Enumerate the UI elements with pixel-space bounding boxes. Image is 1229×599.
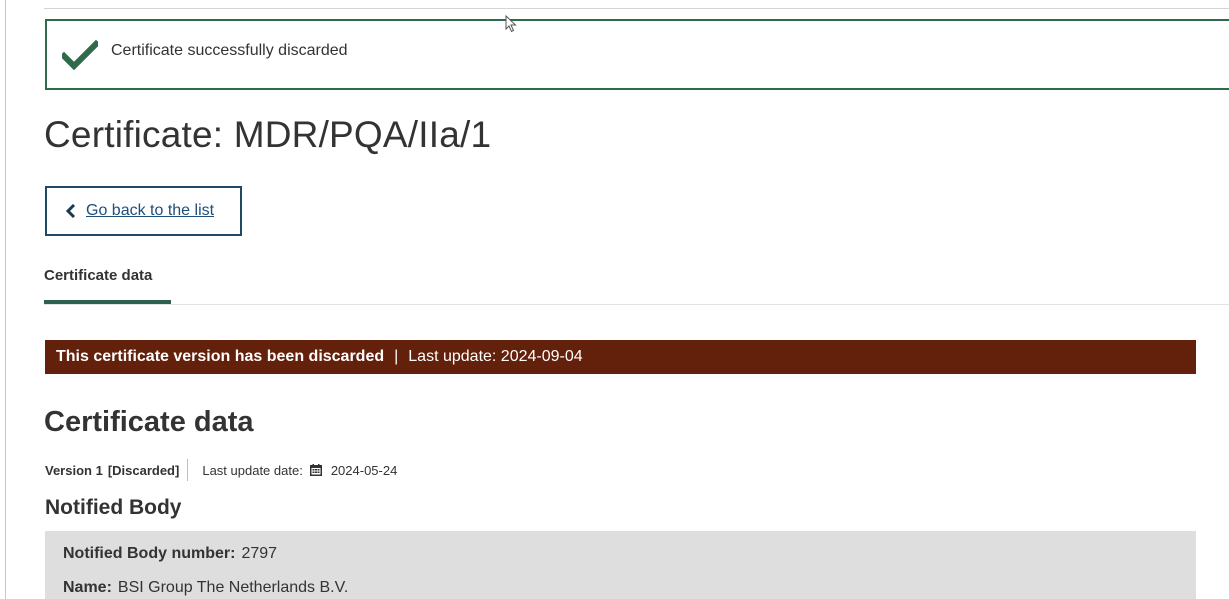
left-divider: [5, 0, 6, 599]
checkmark-icon: [62, 39, 98, 70]
mouse-cursor-icon: [505, 14, 517, 33]
tab-certificate-data[interactable]: Certificate data: [44, 258, 171, 304]
banner-last-update: Last update: 2024-09-04: [408, 348, 583, 365]
notified-body-heading: Notified Body: [45, 496, 182, 519]
version-label: Version 1: [45, 462, 103, 478]
notified-body-name-row: Name: BSI Group The Netherlands B.V.: [63, 579, 348, 597]
go-back-button[interactable]: Go back to the list: [45, 186, 242, 236]
notified-body-name-label: Name:: [63, 579, 112, 596]
go-back-link[interactable]: Go back to the list: [86, 202, 214, 220]
alert-message: Certificate successfully discarded: [111, 41, 348, 59]
notified-body-panel: Notified Body number: 2797 Name: BSI Group…: [45, 531, 1196, 599]
tab-bar: Certificate data: [44, 258, 1229, 305]
top-divider: [44, 8, 1229, 9]
discarded-status-text: This certificate version has been discar…: [56, 348, 385, 365]
chevron-left-icon: [65, 203, 77, 219]
version-divider: [187, 459, 189, 481]
banner-separator: |: [394, 348, 399, 365]
success-alert: Certificate successfully discarded: [45, 19, 1229, 90]
last-update-date-value: 2024-05-24: [330, 462, 398, 478]
version-status: [Discarded]: [107, 462, 180, 478]
certificate-data-heading: Certificate data: [44, 406, 254, 438]
last-update-date-label: Last update date:: [202, 462, 303, 478]
notified-body-number-label: Notified Body number:: [63, 545, 236, 562]
notified-body-number-row: Notified Body number: 2797: [63, 545, 277, 563]
notified-body-number-value: 2797: [241, 545, 278, 562]
page: Certificate successfully discarded Certi…: [0, 0, 1229, 599]
notified-body-name-value: BSI Group The Netherlands B.V.: [117, 579, 349, 596]
version-info: Version 1 [Discarded] Last update date: …: [45, 459, 397, 481]
page-title: Certificate: MDR/PQA/IIa/1: [44, 114, 492, 155]
calendar-icon: [309, 464, 322, 476]
discarded-status-banner: This certificate version has been discar…: [45, 340, 1196, 374]
